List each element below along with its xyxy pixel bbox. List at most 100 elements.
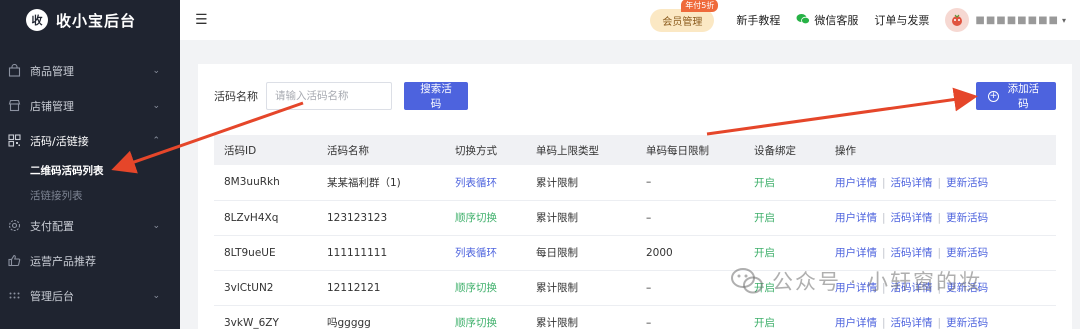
- cell-device-binding: 开启: [754, 317, 775, 329]
- update-livecode-link[interactable]: 更新活码: [946, 317, 988, 329]
- column-header: 单码上限类型: [526, 135, 636, 165]
- livecode-table: 活码ID 活码名称 切换方式 单码上限类型 单码每日限制 设备绑定 操作 8M3…: [214, 135, 1056, 329]
- search-button[interactable]: 搜索活码: [404, 82, 468, 110]
- cell-name: 12112121: [327, 281, 381, 294]
- sidebar-subitem-livelink-list[interactable]: 活链接列表: [0, 183, 180, 208]
- brand-logo: 收: [26, 9, 48, 31]
- tutorial-link-label: 新手教程: [736, 14, 781, 27]
- sidebar-item-label: 支付配置: [30, 219, 74, 233]
- table-row: 8LT9ueUE 111111111 列表循环 每日限制 2000 开启 用户详情 | 活码详情…: [214, 235, 1056, 271]
- column-header: 活码ID: [214, 135, 317, 165]
- sidebar: 收 收小宝后台 商品管理 ⌄ 店铺管理 ⌄ 活码/活链接 ⌃ 二维码活码列表 活…: [0, 0, 180, 329]
- livecode-detail-link[interactable]: 活码详情: [891, 177, 933, 189]
- sidebar-item-recommend[interactable]: 运营产品推荐: [0, 243, 180, 278]
- user-detail-link[interactable]: 用户详情: [835, 317, 877, 329]
- update-livecode-link[interactable]: 更新活码: [946, 212, 988, 224]
- cell-device-binding: 开启: [754, 212, 775, 224]
- action-separator: |: [937, 317, 942, 329]
- user-detail-link[interactable]: 用户详情: [835, 177, 877, 189]
- chevron-down-icon: ⌄: [152, 65, 160, 76]
- cell-switch-mode: 列表循环: [455, 247, 497, 259]
- action-separator: |: [937, 176, 942, 189]
- cell-daily-limit: –: [646, 176, 652, 189]
- sidebar-item-store[interactable]: 店铺管理 ⌄: [0, 88, 180, 123]
- menu-toggle-icon[interactable]: ☰: [195, 12, 208, 28]
- sidebar-subitem-qrcode-list[interactable]: 二维码活码列表: [0, 158, 180, 183]
- wechat-service-label: 微信客服: [814, 14, 859, 27]
- vip-wrap: 会员管理 年付5折: [650, 0, 719, 32]
- livecode-detail-link[interactable]: 活码详情: [891, 212, 933, 224]
- cell-device-binding: 开启: [754, 247, 775, 259]
- sidebar-item-label: 商品管理: [30, 64, 74, 78]
- sidebar-item-label: 活码/活链接: [30, 134, 89, 148]
- cell-limit-type: 累计限制: [536, 282, 578, 294]
- chevron-down-icon: ⌄: [152, 220, 160, 231]
- wechat-service-link[interactable]: 微信客服: [796, 12, 858, 28]
- user-name[interactable]: ■■■■■■■■: [975, 15, 1059, 26]
- cell-switch-mode: 列表循环: [455, 176, 497, 189]
- table-row: 8LZvH4Xq 123123123 顺序切换 累计限制 – 开启 用户详情 | 活码详情 | 更新…: [214, 200, 1056, 236]
- wechat-icon: [796, 13, 811, 28]
- gear-icon: [6, 218, 22, 234]
- action-separator: |: [882, 317, 886, 329]
- sidebar-item-admin[interactable]: 管理后台 ⌄: [0, 278, 180, 313]
- action-separator: |: [882, 247, 886, 259]
- brand-name: 收小宝后台: [56, 11, 137, 30]
- watermark: 公众号 · 小轩窗的妆: [730, 266, 982, 296]
- cell-daily-limit: 2000: [646, 246, 673, 259]
- chevron-down-icon[interactable]: ▾: [1062, 16, 1066, 25]
- action-separator: |: [882, 176, 886, 189]
- brand[interactable]: 收 收小宝后台: [0, 0, 180, 40]
- cell-switch-mode: 顺序切换: [455, 212, 497, 224]
- orders-invoice-label: 订单与发票: [874, 14, 930, 27]
- cell-actions: 用户详情 | 活码详情 | 更新活码: [825, 305, 1056, 329]
- cell-id: 8M3uuRkh: [224, 176, 280, 189]
- cell-actions: 用户详情 | 活码详情 | 更新活码: [825, 235, 1056, 271]
- update-livecode-link[interactable]: 更新活码: [946, 177, 988, 189]
- action-separator: |: [937, 247, 942, 259]
- vip-management-button[interactable]: 会员管理: [650, 8, 715, 32]
- user-detail-link[interactable]: 用户详情: [835, 212, 877, 224]
- cell-id: 3vlCtUN2: [224, 281, 274, 294]
- user-detail-link[interactable]: 用户详情: [835, 247, 877, 259]
- cell-device-binding: 开启: [754, 176, 775, 189]
- sidebar-item-label: 运营产品推荐: [30, 254, 96, 268]
- cell-daily-limit: –: [646, 316, 652, 329]
- vip-discount-badge: 年付5折: [681, 0, 719, 12]
- cell-id: 3vkW_6ZY: [224, 316, 279, 329]
- cell-actions: 用户详情 | 活码详情 | 更新活码: [825, 165, 1056, 201]
- watermark-text: 公众号 · 小轩窗的妆: [772, 270, 983, 294]
- orders-invoice-link[interactable]: 订单与发票: [874, 12, 929, 28]
- update-livecode-link[interactable]: 更新活码: [946, 247, 988, 259]
- sidebar-item-goods[interactable]: 商品管理 ⌄: [0, 53, 180, 88]
- sidebar-item-payment[interactable]: 支付配置 ⌄: [0, 208, 180, 243]
- action-separator: |: [882, 212, 886, 224]
- column-header: 切换方式: [445, 135, 526, 165]
- chevron-up-icon: ⌃: [152, 135, 160, 146]
- cell-id: 8LT9ueUE: [224, 246, 276, 259]
- store-icon: [6, 98, 22, 114]
- livecode-detail-link[interactable]: 活码详情: [891, 247, 933, 259]
- livecode-detail-link[interactable]: 活码详情: [891, 317, 933, 329]
- avatar[interactable]: [945, 8, 970, 32]
- cell-id: 8LZvH4Xq: [224, 211, 279, 224]
- sidebar-item-label: 管理后台: [30, 289, 74, 303]
- add-livecode-label: 添加活码: [1007, 83, 1040, 110]
- search-input[interactable]: [266, 82, 392, 110]
- cell-switch-mode: 顺序切换: [455, 282, 497, 294]
- cell-switch-mode: 顺序切换: [455, 317, 497, 329]
- tutorial-link[interactable]: 新手教程: [736, 12, 780, 28]
- cell-name: 某某福利群（1): [327, 176, 401, 189]
- cell-name: 111111111: [327, 246, 388, 259]
- bag-icon: [6, 63, 22, 79]
- add-livecode-button[interactable]: + 添加活码: [976, 82, 1056, 110]
- cell-name: 123123123: [327, 211, 388, 224]
- header-right: 会员管理 年付5折 新手教程 微信客服 订单与发票 ■■■■■■■■ ▾: [650, 0, 1080, 32]
- table-header-row: 活码ID 活码名称 切换方式 单码上限类型 单码每日限制 设备绑定 操作: [214, 135, 1056, 165]
- plus-circle-icon: +: [988, 90, 999, 102]
- cell-name: 吗ggggg: [327, 317, 371, 329]
- grid-icon: [6, 288, 22, 304]
- cell-daily-limit: –: [646, 281, 652, 294]
- cell-limit-type: 累计限制: [536, 176, 578, 189]
- sidebar-item-livecode[interactable]: 活码/活链接 ⌃: [0, 123, 180, 158]
